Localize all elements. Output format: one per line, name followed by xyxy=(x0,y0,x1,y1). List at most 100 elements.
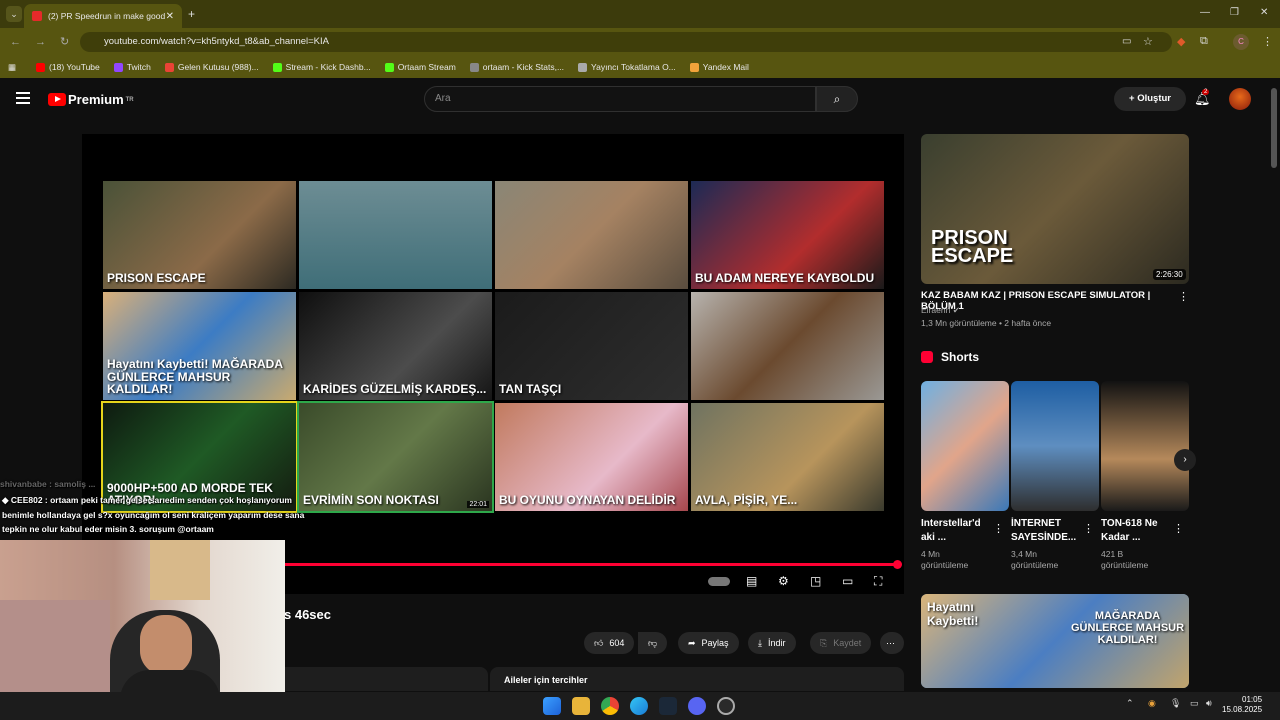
close-window-icon[interactable]: ✕ xyxy=(1260,7,1268,18)
tab-search-button[interactable]: ⌄ xyxy=(6,6,22,22)
endscreen-video[interactable] xyxy=(691,292,884,400)
restore-icon[interactable]: ❐ xyxy=(1230,7,1239,18)
endscreen-video[interactable] xyxy=(299,181,492,289)
search-input[interactable]: Ara xyxy=(424,86,816,112)
short-menu-icon[interactable]: ⋮ xyxy=(993,522,1004,535)
bookmark-item[interactable]: Gelen Kutusu (988)... xyxy=(164,62,259,72)
family-preferences[interactable]: Aileler için tercihler xyxy=(490,667,904,691)
windows-start-icon[interactable] xyxy=(543,697,561,715)
chevron-up-icon[interactable]: ⌃ xyxy=(1126,698,1134,709)
shorts-heading-text: Shorts xyxy=(941,350,980,364)
channel-name[interactable]: Elraenn ✔︎ xyxy=(921,305,960,316)
share-button[interactable]: ➦ Paylaş xyxy=(678,632,739,654)
endscreen-video[interactable] xyxy=(495,181,688,289)
fullscreen-icon[interactable]: ⛶ xyxy=(874,574,882,589)
bookmark-star-icon[interactable]: ☆ xyxy=(1143,35,1153,48)
endscreen-video[interactable]: Hayatını Kaybetti! MAĞARADA GÜNLERCE MAH… xyxy=(103,292,296,400)
bookmark-item[interactable]: (18) YouTube xyxy=(36,62,100,72)
extensions-puzzle-icon[interactable]: ⧉ xyxy=(1200,35,1208,48)
endscreen-thumb-text: BU OYUNU OYNAYAN DELİDİR xyxy=(499,493,676,508)
cast-icon[interactable]: ▭ xyxy=(1122,36,1131,47)
file-explorer-icon[interactable] xyxy=(572,697,590,715)
endscreen-video[interactable]: AVLA, PİŞİR, YE... xyxy=(691,403,884,511)
channel-text: Elraenn xyxy=(921,305,951,315)
browser-tab[interactable]: (2) PR Speedrun in make good ✕ xyxy=(24,4,182,28)
discord-icon[interactable] xyxy=(688,697,706,715)
video-menu-icon[interactable]: ⋮ xyxy=(1178,290,1189,303)
short-title[interactable]: İNTERNET SAYESİNDE... xyxy=(1011,517,1087,544)
extension-icon[interactable]: ◆ xyxy=(1177,35,1185,48)
endscreen-thumb-text: TAN TAŞÇI xyxy=(499,382,562,397)
bookmark-favicon-icon xyxy=(36,62,46,72)
share-icon: ➦ xyxy=(688,638,696,648)
endscreen-video[interactable]: KARİDES GÜZELMİŞ KARDEŞ... xyxy=(299,292,492,400)
profile-icon[interactable]: C xyxy=(1233,34,1249,50)
search-icon[interactable]: ⌕ xyxy=(816,86,858,112)
short-thumbnail[interactable] xyxy=(1101,381,1189,511)
bookmark-item[interactable]: Stream - Kick Dashb... xyxy=(272,62,371,72)
nav-buttons[interactable]: ←→↻ xyxy=(10,35,83,48)
scrollbar[interactable] xyxy=(1271,88,1277,168)
bookmark-item[interactable]: Yayıncı Tokatlama O... xyxy=(578,62,676,72)
subtitles-icon[interactable]: ▤ xyxy=(746,574,757,588)
new-tab-button[interactable]: + xyxy=(188,7,195,21)
microphone-icon[interactable]: 🎙︎ xyxy=(1170,698,1181,709)
bookmark-label: Yayıncı Tokatlama O... xyxy=(591,62,676,72)
endscreen-video[interactable]: TAN TAŞÇI xyxy=(495,292,688,400)
short-thumbnail[interactable] xyxy=(921,381,1009,511)
progress-bar[interactable] xyxy=(285,563,894,566)
related-video-thumbnail-2[interactable]: Hayatını Kaybetti! MAĞARADA GÜNLERCE MAHSU… xyxy=(921,594,1189,688)
tray-app-icon[interactable]: ◉ xyxy=(1148,698,1156,709)
close-tab-icon[interactable]: ✕ xyxy=(166,11,174,22)
taskbar-clock[interactable]: 01:05 15.08.2025 xyxy=(1222,695,1262,716)
save-button[interactable]: ⎘ Kaydet xyxy=(810,632,872,654)
endscreen-video[interactable]: BU OYUNU OYNAYAN DELİDİR xyxy=(495,403,688,511)
create-button[interactable]: + Oluştur xyxy=(1114,87,1186,111)
bookmark-label: (18) YouTube xyxy=(49,62,100,72)
minimize-icon[interactable]: — xyxy=(1200,7,1210,18)
network-icon[interactable]: ▭ xyxy=(1190,698,1199,709)
menu-kebab-icon[interactable]: ⋮ xyxy=(1262,35,1273,48)
bookmark-label: ortaam - Kick Stats,... xyxy=(482,62,565,72)
short-thumbnail[interactable] xyxy=(1011,381,1099,511)
short-menu-icon[interactable]: ⋮ xyxy=(1173,522,1184,535)
download-button[interactable]: ⤓ İndir xyxy=(748,632,796,654)
bookmark-item[interactable]: Twitch xyxy=(113,62,151,72)
url-bar[interactable]: youtube.com/watch?v=kh5ntykd_t8&ab_chann… xyxy=(80,32,1172,52)
endscreen-video[interactable]: PRISON ESCAPE xyxy=(103,181,296,289)
endscreen-video[interactable]: BU ADAM NEREYE KAYBOLDU xyxy=(691,181,884,289)
theater-mode-icon[interactable]: ▭ xyxy=(842,574,853,588)
volume-icon[interactable]: 🔊︎ xyxy=(1206,698,1212,709)
short-menu-icon[interactable]: ⋮ xyxy=(1083,522,1094,535)
hamburger-menu-icon[interactable] xyxy=(16,92,30,104)
like-button[interactable]: 👍︎ 604 xyxy=(584,632,635,654)
short-views: 4 Mn görüntüleme xyxy=(921,549,1001,572)
miniplayer-icon[interactable]: ◳ xyxy=(810,574,821,588)
chrome-icon[interactable] xyxy=(601,697,619,715)
short-title-line: İNTERNET xyxy=(1011,518,1061,529)
endscreen-video[interactable]: EVRİMİN SON NOKTASI 22:01 xyxy=(297,401,494,513)
bookmark-item[interactable]: Ortaam Stream xyxy=(384,62,456,72)
chat-message: tepkin ne olur kabul eder misin 3. soruş… xyxy=(2,524,214,534)
short-title[interactable]: TON-618 Ne Kadar ... xyxy=(1101,517,1177,544)
more-actions-icon[interactable]: ⋯ xyxy=(880,632,904,654)
bookmark-item[interactable]: ortaam - Kick Stats,... xyxy=(469,62,565,72)
short-title[interactable]: Interstellar'd aki ... xyxy=(921,517,997,544)
apps-grid-icon[interactable]: ▦ xyxy=(8,62,16,73)
app-icon[interactable] xyxy=(717,697,735,715)
progress-scrubber[interactable] xyxy=(893,560,902,569)
bookmark-item[interactable]: Yandex Mail xyxy=(689,62,749,72)
bookmark-favicon-icon xyxy=(113,62,123,72)
related-video-thumbnail[interactable]: PRISON ESCAPE xyxy=(921,134,1189,284)
youtube-premium-logo[interactable]: Premium TR xyxy=(48,92,134,107)
settings-gear-icon[interactable]: ⚙ xyxy=(778,574,789,588)
dislike-button[interactable]: 👎︎ xyxy=(638,632,668,654)
bookmark-label: Twitch xyxy=(126,62,151,72)
thumbs-up-icon: 👍︎ xyxy=(594,638,604,648)
edge-icon[interactable] xyxy=(630,697,648,715)
chevron-right-icon[interactable]: › xyxy=(1174,449,1196,471)
avatar[interactable] xyxy=(1229,88,1251,110)
steam-icon[interactable] xyxy=(659,697,677,715)
chat-message: shivanbabe : samoliş ... xyxy=(0,479,96,489)
autoplay-toggle[interactable] xyxy=(708,577,730,586)
